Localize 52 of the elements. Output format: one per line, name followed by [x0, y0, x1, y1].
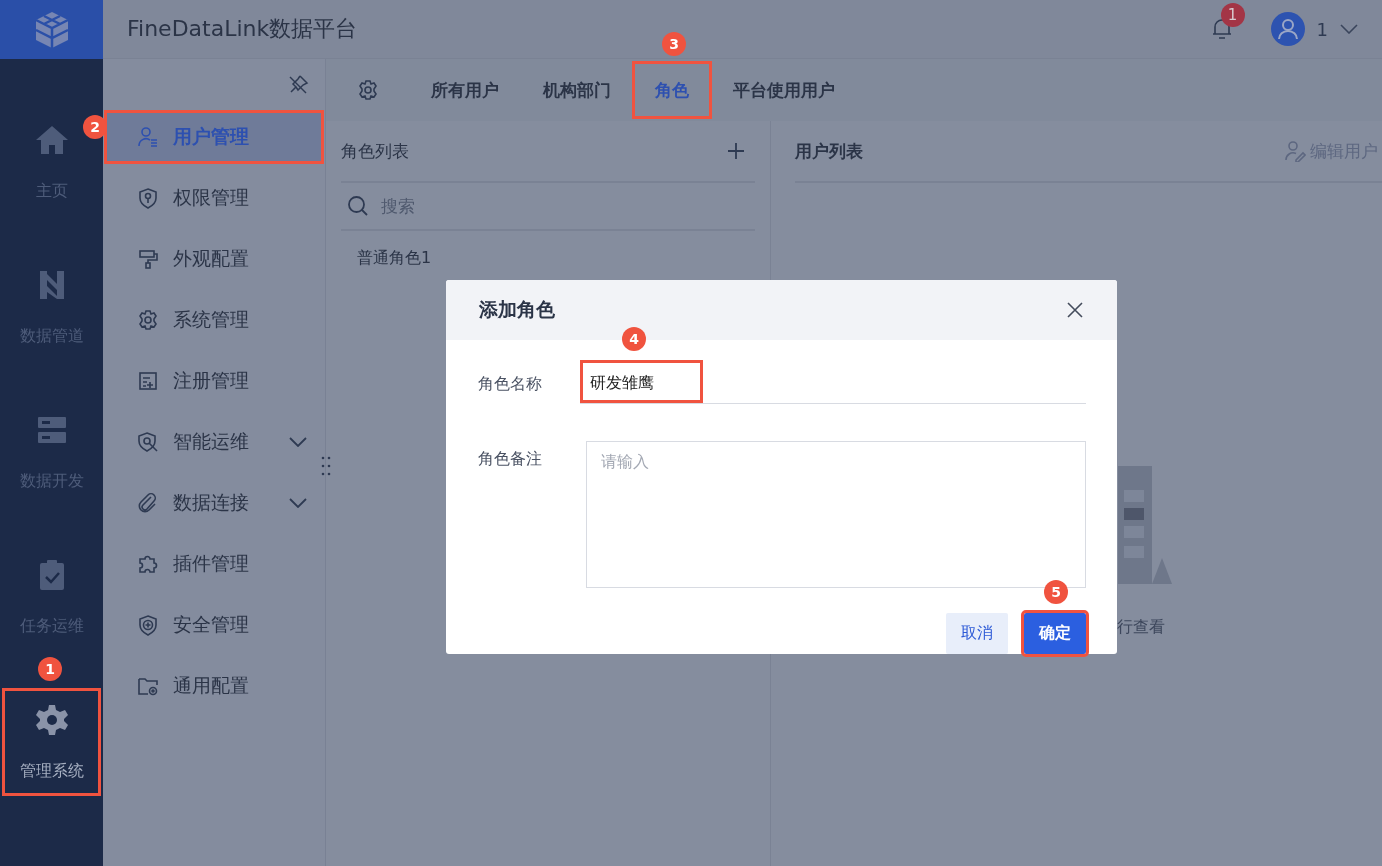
- settings-icon: [34, 702, 69, 737]
- add-icon[interactable]: [727, 142, 745, 160]
- tab[interactable]: 所有用户: [409, 62, 521, 118]
- chevron-down-icon[interactable]: [1340, 24, 1358, 34]
- gear-icon: [137, 309, 159, 331]
- empty-hint: 行查看: [1117, 617, 1165, 638]
- magnifier-icon: [137, 431, 159, 453]
- user-icon: [137, 126, 159, 148]
- app-title: FineDataLink数据平台: [127, 15, 358, 43]
- cancel-button[interactable]: 取消: [946, 613, 1008, 654]
- step-marker: 5: [1044, 580, 1068, 604]
- user-name[interactable]: 1: [1316, 18, 1328, 40]
- paint-roller-icon: [137, 248, 159, 270]
- puzzle-icon: [137, 553, 159, 575]
- sidebar-item[interactable]: 插件管理: [105, 538, 323, 590]
- pin-icon[interactable]: [287, 74, 309, 96]
- chevron-down-icon[interactable]: [289, 437, 307, 447]
- sidebar-item[interactable]: 外观配置: [105, 233, 323, 285]
- sidebar-item[interactable]: 系统管理: [105, 294, 323, 346]
- sidebar-item[interactable]: 智能运维: [105, 416, 323, 468]
- form-icon: [137, 370, 159, 392]
- shield-icon: [137, 187, 159, 209]
- chevron-down-icon[interactable]: [289, 498, 307, 508]
- settings-icon[interactable]: [357, 79, 379, 101]
- user-edit-icon: [1284, 140, 1306, 162]
- rail-item[interactable]: 管理系统: [3, 689, 100, 795]
- avatar-icon[interactable]: [1270, 12, 1305, 46]
- panel-title: 用户列表: [795, 139, 863, 163]
- notification-badge: 1: [1220, 3, 1245, 27]
- step-marker: 1: [38, 657, 62, 681]
- shield-plus-icon: [137, 614, 159, 636]
- dialog-title: 添加角色: [479, 297, 555, 322]
- field-label: 角色名称: [478, 373, 543, 395]
- confirm-button[interactable]: 确定: [1024, 613, 1086, 654]
- drag-handle-icon[interactable]: [321, 455, 331, 477]
- panel-title: 角色列表: [341, 139, 409, 163]
- search-icon: [347, 195, 369, 217]
- field-label: 角色备注: [478, 448, 543, 470]
- folder-gear-icon: [137, 675, 159, 697]
- tab[interactable]: 角色: [633, 62, 711, 118]
- step-marker: 4: [622, 327, 646, 351]
- tab[interactable]: 平台使用用户: [711, 62, 857, 118]
- close-icon[interactable]: [1066, 301, 1084, 319]
- sidebar-item[interactable]: 数据连接: [105, 477, 323, 529]
- role-item[interactable]: 普通角色1: [341, 243, 755, 273]
- sidebar-item[interactable]: 权限管理: [105, 172, 323, 224]
- tab[interactable]: 机构部门: [521, 62, 633, 118]
- sidebar-item[interactable]: 注册管理: [105, 355, 323, 407]
- textarea-field[interactable]: 请输入: [586, 441, 1086, 588]
- sidebar-item[interactable]: 通用配置: [105, 660, 323, 712]
- paperclip-icon: [137, 492, 159, 514]
- sidebar-item[interactable]: 安全管理: [105, 599, 323, 651]
